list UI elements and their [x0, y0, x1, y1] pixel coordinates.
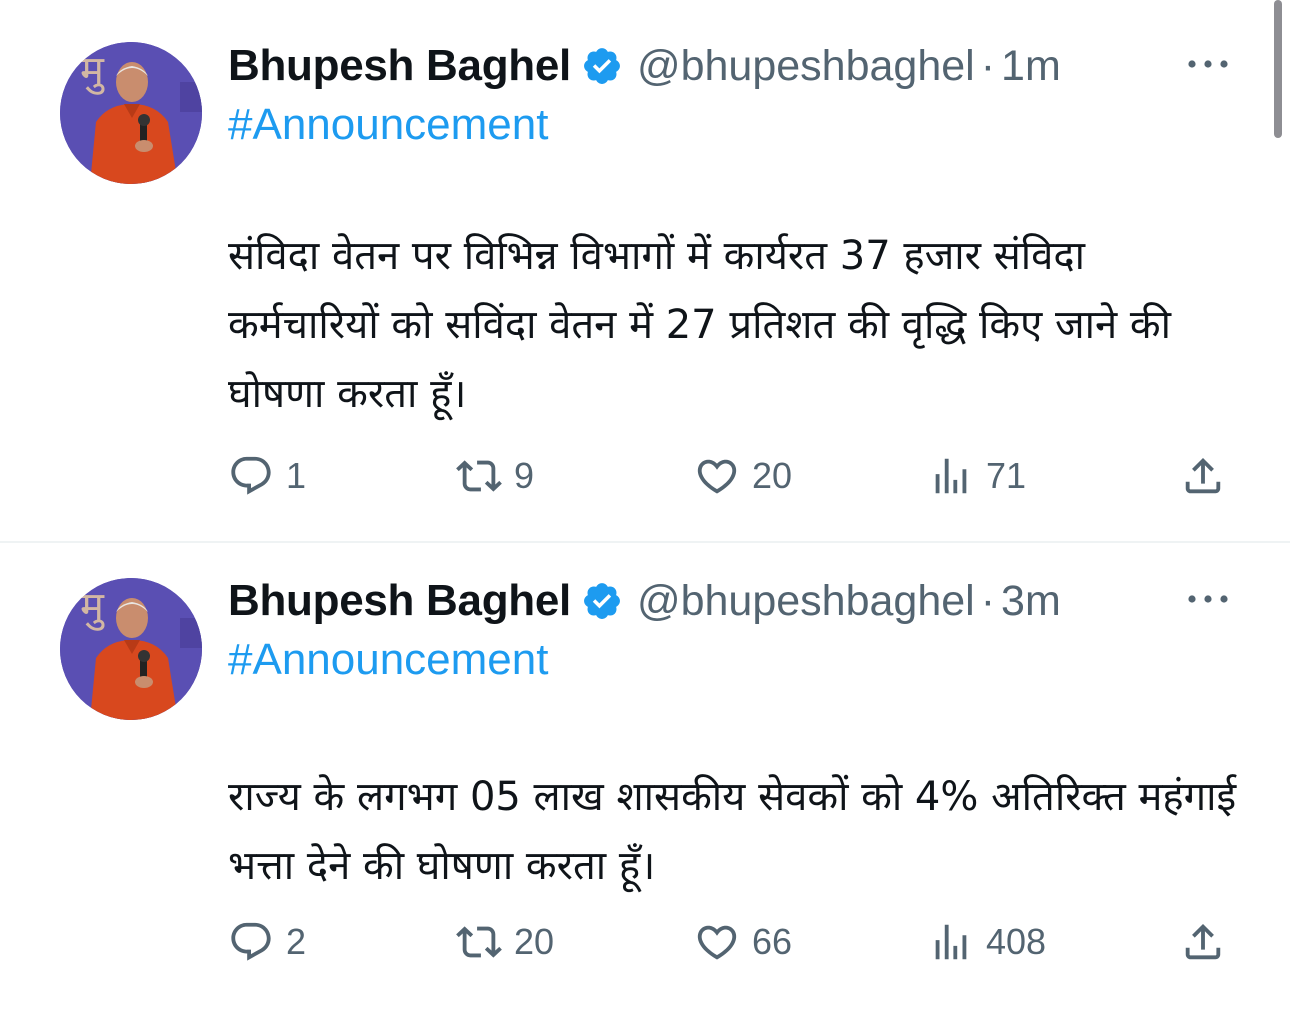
share-button[interactable]	[1180, 448, 1226, 504]
reply-count: 2	[286, 921, 307, 962]
views-button[interactable]: 408	[928, 914, 1046, 970]
author-handle[interactable]: @bhupeshbaghel	[637, 42, 975, 91]
more-horizontal-icon[interactable]	[1186, 589, 1230, 609]
svg-text:मु: मु	[80, 584, 105, 631]
tweet-text: संविदा वेतन पर विभिन्न विभागों में कार्य…	[228, 233, 1172, 417]
retweet-icon	[456, 926, 502, 958]
share-button[interactable]	[1180, 914, 1226, 970]
author-handle[interactable]: @bhupeshbaghel	[637, 577, 975, 626]
verified-badge-icon	[584, 583, 620, 619]
avatar[interactable]: मु	[60, 42, 202, 184]
like-count: 66	[752, 921, 793, 962]
retweet-icon	[456, 460, 502, 492]
like-button[interactable]: 66	[694, 914, 792, 970]
heart-icon	[697, 925, 737, 960]
retweet-button[interactable]: 9	[456, 448, 534, 504]
timestamp[interactable]: 3m	[1001, 577, 1061, 626]
tweet-actions: 1 9 20 71	[228, 448, 1238, 504]
retweet-count: 9	[514, 455, 535, 496]
tweet[interactable]: मु Bhupesh Baghel @bhupeshbaghel · 3m #A…	[0, 543, 1290, 1024]
tweet-actions: 2 20 66 408	[228, 914, 1238, 970]
timestamp[interactable]: 1m	[1001, 42, 1061, 91]
views-count: 408	[986, 921, 1047, 962]
avatar-image: मु	[60, 42, 202, 184]
reply-button[interactable]: 1	[228, 448, 306, 504]
share-icon	[1185, 923, 1221, 960]
svg-text:मु: मु	[80, 48, 105, 95]
more-horizontal-icon[interactable]	[1186, 54, 1230, 74]
avatar-image: मु	[60, 578, 202, 720]
views-icon	[935, 458, 967, 494]
reply-icon	[231, 456, 271, 495]
hashtag-link[interactable]: #Announcement	[228, 100, 548, 150]
like-button[interactable]: 20	[694, 448, 792, 504]
separator-dot: ·	[980, 576, 996, 625]
verified-badge-icon	[584, 48, 620, 84]
author-name[interactable]: Bhupesh Baghel	[228, 41, 571, 91]
views-button[interactable]: 71	[928, 448, 1026, 504]
tweet[interactable]: मु Bhupesh Baghel @bhupeshbaghel · 1m #A…	[0, 0, 1290, 543]
tweet-header: Bhupesh Baghel @bhupeshbaghel · 1m	[228, 36, 1230, 96]
heart-icon	[697, 459, 737, 494]
reply-button[interactable]: 2	[228, 914, 306, 970]
retweet-button[interactable]: 20	[456, 914, 554, 970]
separator-dot: ·	[980, 41, 996, 90]
hashtag-link[interactable]: #Announcement	[228, 635, 548, 685]
retweet-count: 20	[514, 921, 555, 962]
reply-icon	[231, 922, 271, 961]
views-count: 71	[986, 455, 1027, 496]
tweet-text: राज्य के लगभग 05 लाख शासकीय सेवकों को 4%…	[228, 774, 1237, 889]
reply-count: 1	[286, 455, 307, 496]
tweet-header: Bhupesh Baghel @bhupeshbaghel · 3m	[228, 571, 1230, 631]
like-count: 20	[752, 455, 793, 496]
author-name[interactable]: Bhupesh Baghel	[228, 576, 571, 626]
share-icon	[1185, 457, 1221, 494]
avatar[interactable]: मु	[60, 578, 202, 720]
views-icon	[935, 924, 967, 960]
